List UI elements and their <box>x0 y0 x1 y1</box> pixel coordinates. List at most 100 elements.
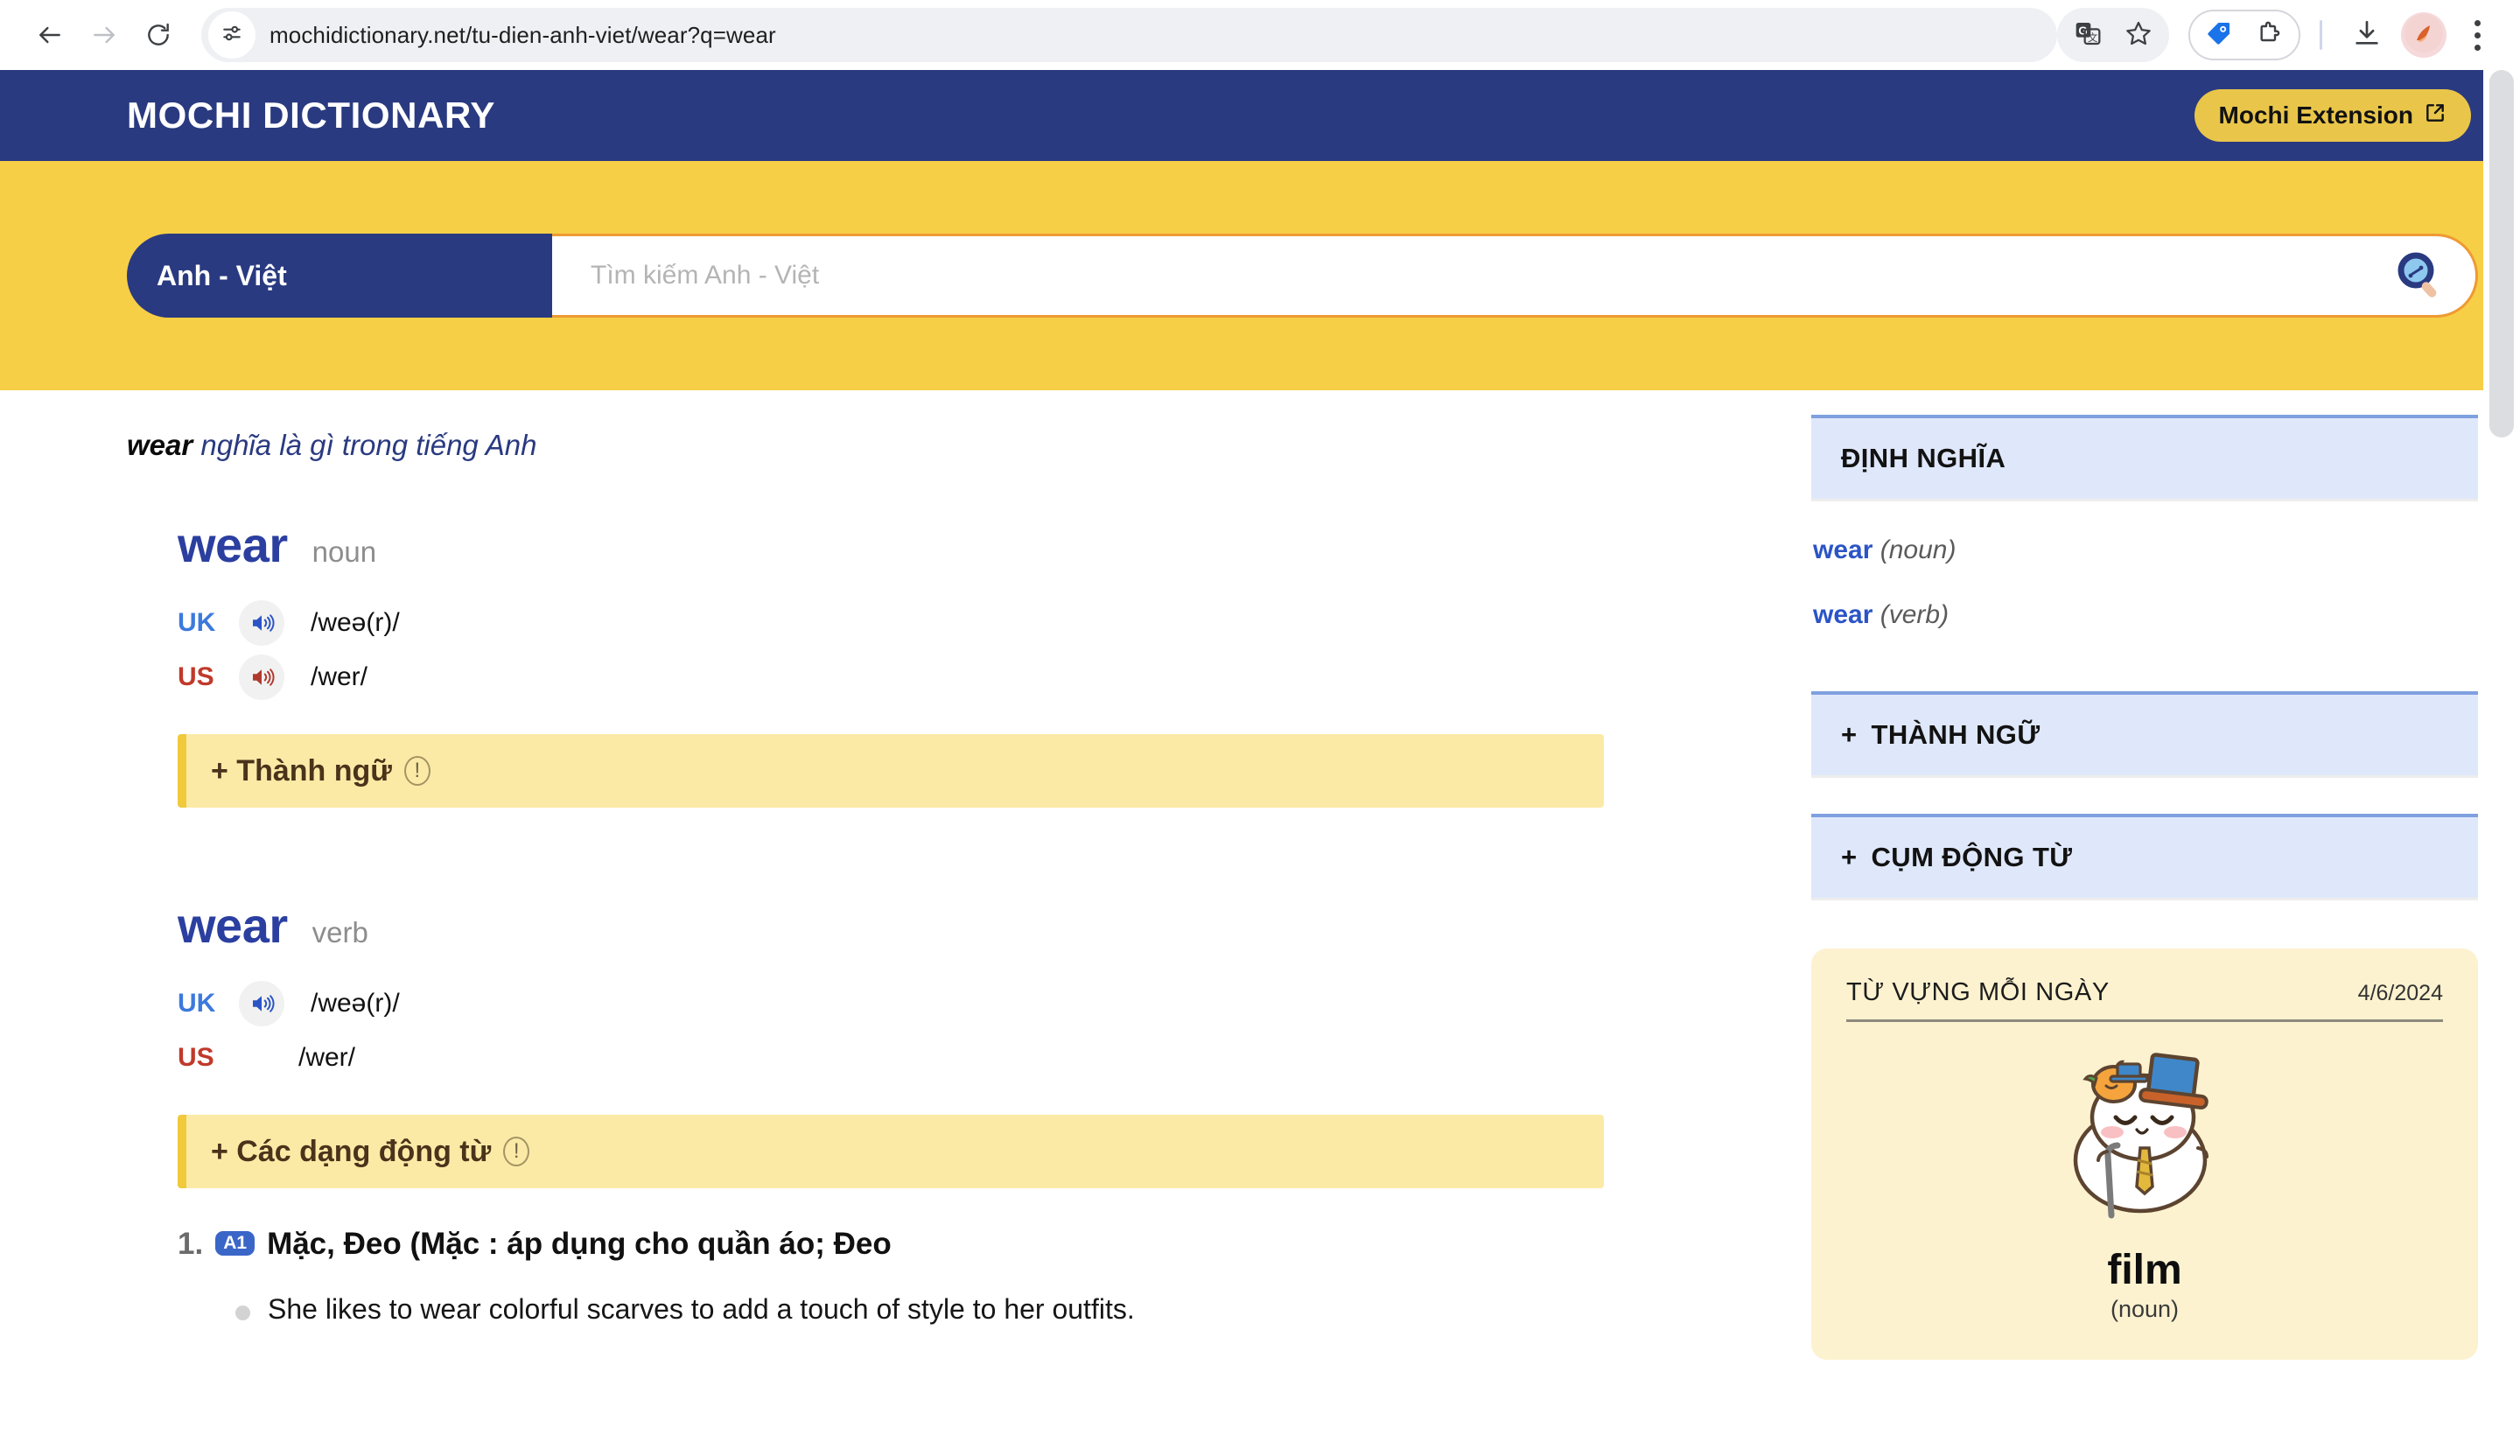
definition-link-list: wear (noun) wear (verb) <box>1811 499 2478 691</box>
play-audio-uk-button[interactable] <box>239 981 284 1026</box>
definition-link-pos: (noun) <box>1880 536 1956 564</box>
site-header: MOCHI DICTIONARY Mochi Extension <box>0 70 2520 161</box>
definition-panel-header[interactable]: ĐỊNH NGHĨA <box>1811 415 2478 499</box>
site-logo[interactable]: MOCHI DICTIONARY <box>127 94 495 136</box>
forward-button[interactable] <box>77 8 131 62</box>
address-bar[interactable]: mochidictionary.net/tu-dien-anh-viet/wea… <box>201 8 2057 62</box>
url-text: mochidictionary.net/tu-dien-anh-viet/wea… <box>270 21 776 48</box>
verb-forms-toggle-label-wrap: + Các dạng động từ ! <box>211 1134 530 1169</box>
speaker-icon <box>253 668 275 686</box>
download-icon <box>2352 18 2382 52</box>
search-input[interactable] <box>591 261 2388 290</box>
sense-item: 1. A1 Mặc, Đeo (Mặc : áp dụng cho quần á… <box>178 1225 1757 1264</box>
mochi-extension-button[interactable]: Mochi Extension <box>2194 89 2471 142</box>
page-title-word: wear <box>127 429 193 461</box>
headword[interactable]: wear <box>178 516 288 573</box>
pronunciation-row-uk: UK /weə(r)/ <box>178 596 1757 650</box>
play-audio-us-button[interactable] <box>239 1035 284 1081</box>
definition-link-noun[interactable]: wear (noun) <box>1813 536 2476 565</box>
daily-vocabulary-card[interactable]: TỪ VỰNG MỖI NGÀY 4/6/2024 film (noun) <box>1811 948 2478 1360</box>
extensions-puzzle-icon <box>2256 19 2284 52</box>
idiom-toggle-banner[interactable]: + Thành ngữ ! <box>178 734 1604 808</box>
entry-heading: wear noun <box>178 516 1757 573</box>
browser-toolbar: mochidictionary.net/tu-dien-anh-viet/wea… <box>0 0 2520 70</box>
part-of-speech: noun <box>312 536 377 568</box>
ipa-us: /wer/ <box>311 662 368 691</box>
sidebar-collapsible-idioms-title: + THÀNH NGỮ <box>1841 719 2448 751</box>
definition-link-word: wear <box>1813 600 1873 629</box>
search-button[interactable] <box>2388 244 2451 307</box>
bookmark-button[interactable] <box>2113 10 2164 60</box>
profile-avatar-icon <box>2404 13 2443 57</box>
daily-card-body: film (noun) <box>1846 1045 2443 1323</box>
translate-button[interactable]: G 文 <box>2062 10 2113 60</box>
profile-button[interactable] <box>2401 12 2446 58</box>
forward-arrow-icon <box>90 21 118 49</box>
region-label-uk: UK <box>178 608 216 637</box>
bullet-icon <box>235 1305 250 1320</box>
pronunciation-row-uk: UK /weə(r)/ <box>178 976 1757 1031</box>
language-pair-label: Anh - Việt <box>157 259 287 291</box>
sidebar-collapsible-phrasal-verbs-title: + CỤM ĐỘNG TỪ <box>1841 842 2448 873</box>
reload-button[interactable] <box>131 8 186 62</box>
page-body: wear nghĩa là gì trong tiếng Anh wear no… <box>0 390 2520 1456</box>
headword[interactable]: wear <box>178 897 288 954</box>
info-icon[interactable]: ! <box>403 756 430 786</box>
info-icon[interactable]: ! <box>503 1137 530 1166</box>
star-icon <box>2124 19 2152 52</box>
daily-word-pos: (noun) <box>2110 1296 2180 1322</box>
reload-icon <box>144 21 172 49</box>
definition-link-pos: (verb) <box>1880 600 1950 629</box>
play-audio-us-button[interactable] <box>239 654 284 700</box>
definition-link-word: wear <box>1813 536 1873 564</box>
entry-heading: wear verb <box>178 897 1757 954</box>
menu-dot <box>2474 44 2481 51</box>
plus-icon: + <box>1841 842 1858 872</box>
price-tracking-button[interactable] <box>2194 10 2244 60</box>
search-field[interactable] <box>552 234 2478 318</box>
site-info-button[interactable] <box>208 11 256 59</box>
extensions-button[interactable] <box>2244 10 2295 60</box>
downloads-button[interactable] <box>2342 10 2392 60</box>
page-title: wear nghĩa là gì trong tiếng Anh <box>127 429 1757 462</box>
idiom-toggle-label-wrap: + Thành ngữ ! <box>211 754 430 788</box>
price-tracking-icon <box>2205 19 2233 52</box>
entry-spacer <box>127 808 1757 897</box>
daily-card-title: TỪ VỰNG MỖI NGÀY <box>1846 978 2110 1006</box>
menu-dot <box>2474 32 2481 38</box>
region-label-us: US <box>178 662 214 691</box>
search-shell: Anh - Việt <box>127 234 2478 318</box>
example-sentence: She likes to wear colorful scarves to ad… <box>235 1293 1757 1326</box>
ipa-uk: /weə(r)/ <box>311 989 400 1018</box>
daily-word[interactable]: film <box>2107 1246 2181 1294</box>
search-band: Anh - Việt <box>0 161 2520 390</box>
ipa-us: /wer/ <box>298 1043 356 1072</box>
mochi-extension-label: Mochi Extension <box>2218 102 2413 129</box>
page-scrollbar-thumb[interactable] <box>2489 70 2514 438</box>
verb-forms-toggle-label: + Các dạng động từ <box>211 1134 492 1168</box>
dictionary-entry-noun: wear noun UK /weə(r)/ US /wer/ + Thành n… <box>178 516 1757 808</box>
idiom-toggle-label: + Thành ngữ <box>211 753 392 788</box>
sidebar-collapsible-phrasal-verbs-label: CỤM ĐỘNG TỪ <box>1871 842 2073 872</box>
site-settings-icon <box>220 22 243 49</box>
sidebar-collapsible-idioms[interactable]: + THÀNH NGỮ <box>1811 691 2478 775</box>
external-link-icon <box>2424 102 2446 130</box>
sense-number: 1. <box>178 1227 204 1261</box>
part-of-speech: verb <box>312 916 368 948</box>
menu-dot <box>2474 19 2481 26</box>
verb-forms-toggle-banner[interactable]: + Các dạng động từ ! <box>178 1115 1604 1188</box>
language-pair-select[interactable]: Anh - Việt <box>127 234 552 318</box>
speaker-icon <box>253 995 275 1012</box>
extension-pill <box>2188 10 2300 60</box>
definition-link-verb[interactable]: wear (verb) <box>1813 600 2476 630</box>
pronunciation-row-us: US /wer/ <box>178 1031 1757 1085</box>
play-audio-uk-button[interactable] <box>239 600 284 646</box>
speaker-icon <box>253 614 275 632</box>
region-label-us: US <box>178 1043 214 1072</box>
sidebar-collapsible-phrasal-verbs[interactable]: + CỤM ĐỘNG TỪ <box>1811 814 2478 898</box>
omnibox-actions: G 文 <box>2057 8 2169 62</box>
back-button[interactable] <box>23 8 77 62</box>
pronunciation-row-us: US /wer/ <box>178 650 1757 704</box>
region-label-uk: UK <box>178 989 216 1018</box>
browser-menu-button[interactable] <box>2457 10 2497 60</box>
